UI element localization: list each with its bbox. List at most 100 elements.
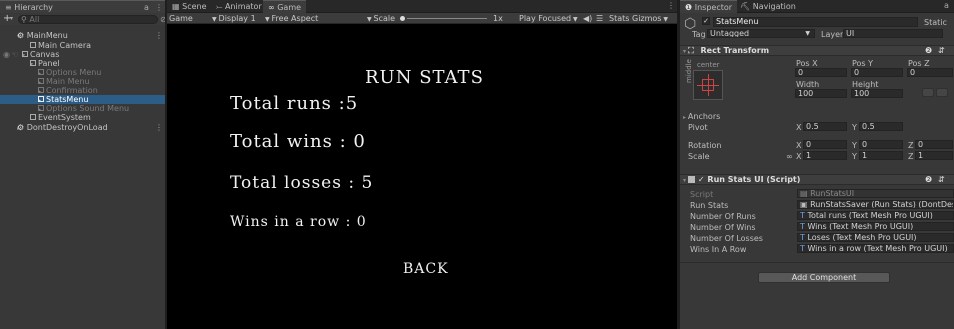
settings-icon[interactable]: ⇵ xyxy=(938,46,945,56)
hierarchy-search-input[interactable]: ⚲ All xyxy=(18,15,158,24)
rotation-x-field[interactable]: 0 xyxy=(803,140,847,149)
hierarchy-item-main-menu[interactable]: ▸ Main Menu xyxy=(0,77,165,86)
script-component-title: Run Stats UI (Script) xyxy=(707,175,801,184)
tab-hierarchy[interactable]: ≡ Hierarchy a ⋮ xyxy=(0,0,165,13)
pos-z-field[interactable]: 0 xyxy=(907,68,953,77)
width-field[interactable]: 100 xyxy=(795,89,847,98)
script-component-header[interactable]: ▾ ✓ Run Stats UI (Script) ❷ ⇵ xyxy=(680,174,954,185)
script-field: ▤ RunStatsUI xyxy=(797,189,954,198)
back-button[interactable]: BACK xyxy=(403,261,449,277)
scale-slider[interactable]: ▼ Scale xyxy=(367,13,488,25)
raw-edit-button[interactable] xyxy=(936,88,948,97)
slider-track[interactable] xyxy=(407,18,488,19)
dropdown-icon: ▼ xyxy=(805,30,810,37)
dropdown-icon[interactable]: ▾ xyxy=(10,15,13,22)
blueprint-mode-button[interactable] xyxy=(922,88,934,97)
tab-scene[interactable]: ▦ Scene xyxy=(167,0,212,13)
game-viewport[interactable]: RUN STATS Total runs :5 Total wins : 0 T… xyxy=(167,25,677,329)
rect-transform-title: Rect Transform xyxy=(700,46,770,55)
help-icon[interactable]: ❷ xyxy=(925,46,932,56)
rotation-x-label: X xyxy=(796,141,802,150)
number-of-wins-field[interactable]: T Wins (Text Mesh Pro UGUI) xyxy=(797,222,954,231)
tab-inspector-label: Inspector xyxy=(694,3,733,12)
stats-button[interactable]: Stats xyxy=(609,13,629,24)
hierarchy-item-mainmenu[interactable]: ▾⚙ MainMenu ⋮ xyxy=(0,31,165,40)
tab-game[interactable]: ∞ Game xyxy=(263,0,307,13)
anchor-preset-side-label: middle xyxy=(685,59,693,83)
anchors-label: Anchors xyxy=(687,112,721,121)
pivot-x-field[interactable]: 0.5 xyxy=(803,122,847,131)
number-of-runs-field[interactable]: T Total runs (Text Mesh Pro UGUI) xyxy=(797,211,954,220)
pickable-icon[interactable]: ☜ xyxy=(11,50,18,59)
pivot-y-field[interactable]: 0.5 xyxy=(859,122,903,131)
slider-handle[interactable] xyxy=(399,16,405,21)
settings-icon[interactable]: ⇵ xyxy=(938,175,945,185)
number-of-losses-field[interactable]: T Loses (Text Mesh Pro UGUI) xyxy=(797,233,954,242)
hierarchy-item-options-sound-menu[interactable]: ▸ Options Sound Menu xyxy=(0,104,165,113)
wins-in-a-row-field[interactable]: T Wins in a row (Text Mesh Pro UGUI) xyxy=(797,244,954,253)
static-checkbox-label[interactable]: Static xyxy=(924,18,947,27)
more-icon[interactable]: ⋮ xyxy=(155,1,163,14)
lock-icon[interactable]: a xyxy=(144,1,149,14)
height-field[interactable]: 100 xyxy=(851,89,903,98)
visibility-icon[interactable]: ◉ xyxy=(3,50,10,59)
rotation-y-field[interactable]: 0 xyxy=(859,140,903,149)
hierarchy-item-label: Options Menu xyxy=(46,68,102,77)
hierarchy-item-confirmation[interactable]: ▸ Confirmation xyxy=(0,86,165,95)
gizmos-dropdown[interactable]: Gizmos ▼ xyxy=(632,13,668,25)
hierarchy-icon: ≡ xyxy=(5,3,15,12)
hierarchy-item-panel[interactable]: ▾ Panel xyxy=(0,59,165,68)
hierarchy-item-label: Main Menu xyxy=(46,77,90,86)
enabled-checkbox[interactable]: ✓ xyxy=(698,175,708,184)
expand-arrow-icon[interactable]: ▸ xyxy=(0,124,20,133)
run-stats-field[interactable]: ▣ RunStatsSaver (Run Stats) (DontDestroy… xyxy=(797,200,954,209)
tab-animator[interactable]: ⤚ Animator xyxy=(211,0,267,13)
rotation-z-field[interactable]: 0 xyxy=(915,140,953,149)
gameobject-icon xyxy=(38,105,44,111)
scale-x-field[interactable]: 1 xyxy=(803,151,847,160)
menu-icon[interactable]: ☰ xyxy=(596,13,603,24)
width-label: Width xyxy=(796,80,820,89)
anchor-preset-button[interactable] xyxy=(693,70,723,100)
mute-audio-icon[interactable]: ◀) xyxy=(583,13,592,24)
tab-inspector[interactable]: ❶ Inspector xyxy=(680,0,738,13)
aspect-dropdown[interactable]: ▼ Free Aspect xyxy=(265,13,318,25)
wins-in-a-row-value: Wins in a row (Text Mesh Pro UGUI) xyxy=(807,244,948,253)
anchors-foldout[interactable]: ▸ Anchors xyxy=(683,112,720,121)
more-icon[interactable]: ⋮ xyxy=(667,1,675,10)
tag-dropdown[interactable]: Untagged ▼ xyxy=(707,29,815,38)
gameobject-icon xyxy=(38,69,44,75)
layer-dropdown[interactable]: UI xyxy=(843,29,943,38)
hierarchy-item-canvas[interactable]: ◉ ☜ ▾ Canvas xyxy=(0,50,165,59)
hierarchy-item-dontdestroyonload[interactable]: ▸⚙ DontDestroyOnLoad ⋮ xyxy=(0,123,165,132)
help-icon[interactable]: ❷ xyxy=(925,175,932,185)
constrain-proportions-icon[interactable]: ∞ xyxy=(786,152,793,161)
hierarchy-item-statsmenu[interactable]: ▸ StatsMenu xyxy=(0,95,165,104)
hierarchy-item-eventsystem[interactable]: EventSystem xyxy=(0,113,165,122)
divider xyxy=(680,262,954,263)
inspector-panel: ❶ Inspector ⛏ Navigation a ⬡ ✓ StatsMenu… xyxy=(680,0,954,329)
more-icon[interactable]: ⋮ xyxy=(155,31,163,40)
pos-x-field[interactable]: 0 xyxy=(795,68,847,77)
game-mode-dropdown[interactable]: Game xyxy=(169,13,193,24)
object-name-field[interactable]: StatsMenu xyxy=(713,17,918,27)
play-focused-dropdown[interactable]: Play Focused ▼ xyxy=(519,13,578,25)
add-component-button[interactable]: Add Component xyxy=(758,272,890,283)
pos-y-field[interactable]: 0 xyxy=(851,68,903,77)
pos-y-value: 0 xyxy=(854,68,860,77)
hierarchy-item-options-menu[interactable]: ▸ Options Menu xyxy=(0,68,165,77)
game-toolbar: Game ▼ Display 1 ▼ Free Aspect ▼ Scale 1… xyxy=(167,13,677,24)
display-dropdown[interactable]: ▼ Display 1 xyxy=(212,13,256,25)
center-tabbar: ▦ Scene ⤚ Animator ∞ Game ⋮ xyxy=(167,0,677,13)
scale-y-field[interactable]: 1 xyxy=(859,151,903,160)
more-icon[interactable]: ⋮ xyxy=(155,123,163,132)
dropdown-icon: ▼ xyxy=(661,16,669,23)
scale-z-field[interactable]: 1 xyxy=(915,151,953,160)
collapse-arrow-icon[interactable]: ▾ xyxy=(0,32,20,41)
lock-icon[interactable]: a xyxy=(944,1,949,10)
rect-transform-header[interactable]: ▾ ⛶ Rect Transform ❷ ⇵ xyxy=(680,45,954,56)
active-checkbox[interactable]: ✓ xyxy=(702,17,710,25)
tab-navigation[interactable]: ⛏ Navigation xyxy=(735,0,801,13)
scale-z-label: Z xyxy=(908,152,914,161)
hierarchy-item-main-camera[interactable]: Main Camera xyxy=(0,41,165,50)
